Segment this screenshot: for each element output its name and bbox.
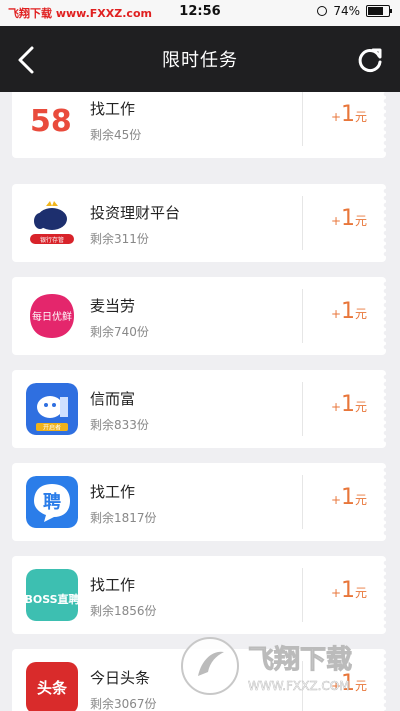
reward-plus: + xyxy=(330,214,342,228)
toutiao-logo-icon: 头条 xyxy=(26,662,78,711)
reward-unit: 元 xyxy=(355,586,368,600)
reward-plus: + xyxy=(330,493,342,507)
boss-zhipin-logo-icon: BOSS直聘 xyxy=(26,569,78,621)
refresh-icon[interactable] xyxy=(352,42,388,78)
elephant-logo-icon: 银行存管 xyxy=(26,197,78,249)
task-name: 找工作 xyxy=(90,576,136,594)
reward-amount: 1 xyxy=(341,102,356,127)
pin-hire-logo-icon: 聘 xyxy=(26,476,78,528)
ticket-edge xyxy=(382,281,386,351)
logo-bank-text: 银行存管 xyxy=(40,236,64,244)
reward-plus: + xyxy=(330,586,342,600)
nav-bar: 限时任务 xyxy=(0,26,400,92)
reward-amount: 1 xyxy=(341,578,356,603)
watermark-title: 飞翔下载 xyxy=(248,645,352,675)
card-divider xyxy=(302,196,303,250)
task-name: 找工作 xyxy=(90,483,136,501)
ticket-edge xyxy=(382,467,386,537)
task-card-mcdonalds[interactable]: 每日优鲜 麦当劳 剩余740份 +1元 xyxy=(12,277,386,355)
task-reward: +1元 xyxy=(312,102,386,127)
logo-boss-text: BOSS直聘 xyxy=(26,592,78,606)
reward-unit: 元 xyxy=(355,493,368,507)
reward-unit: 元 xyxy=(355,110,368,124)
reward-unit: 元 xyxy=(355,400,368,414)
reward-plus: + xyxy=(330,400,342,414)
task-name: 信而富 xyxy=(90,390,136,408)
card-divider xyxy=(302,289,303,343)
task-list[interactable]: 58 找工作 剩余45份 +1元 银行存管 投资理财平台 剩余311份 +1元 xyxy=(0,92,400,711)
task-name: 今日头条 xyxy=(90,669,151,687)
daily-fresh-logo-icon: 每日优鲜 xyxy=(26,290,78,342)
task-card-pin[interactable]: 聘 找工作 剩余1817份 +1元 xyxy=(12,463,386,541)
page-title: 限时任务 xyxy=(162,50,238,71)
reward-amount: 1 xyxy=(341,206,356,231)
logo-xinerfu-text: 开启者 xyxy=(43,424,61,432)
task-reward: +1元 xyxy=(312,578,386,603)
battery-percent: 74% xyxy=(333,4,360,18)
ticket-edge xyxy=(382,92,386,154)
task-remaining: 剩余311份 xyxy=(90,232,149,246)
card-divider xyxy=(302,92,303,146)
ticket-edge xyxy=(382,560,386,630)
status-bar: 飞翔下载 www.FXXZ.com 12:56 74% xyxy=(0,0,400,26)
task-remaining: 剩余740份 xyxy=(90,325,149,339)
task-name: 麦当劳 xyxy=(90,297,136,315)
task-remaining: 剩余3067份 xyxy=(90,697,157,711)
reward-plus: + xyxy=(330,307,342,321)
task-card-invest[interactable]: 银行存管 投资理财平台 剩余311份 +1元 xyxy=(12,184,386,262)
task-remaining: 剩余833份 xyxy=(90,418,149,432)
task-card-xinerfu[interactable]: 开启者 信而富 剩余833份 +1元 xyxy=(12,370,386,448)
reward-unit: 元 xyxy=(355,307,368,321)
reward-unit: 元 xyxy=(355,214,368,228)
task-reward: +1元 xyxy=(312,299,386,324)
reward-amount: 1 xyxy=(341,392,356,417)
ticket-edge xyxy=(382,374,386,444)
reward-amount: 1 xyxy=(341,485,356,510)
task-name: 找工作 xyxy=(90,100,136,118)
task-reward: +1元 xyxy=(312,485,386,510)
status-right: 74% xyxy=(317,4,392,18)
card-divider xyxy=(302,382,303,436)
ticket-edge xyxy=(382,188,386,258)
task-card-58[interactable]: 58 找工作 剩余45份 +1元 xyxy=(12,92,386,158)
battery-fill xyxy=(368,7,383,15)
reward-plus: + xyxy=(330,110,342,124)
task-remaining: 剩余1856份 xyxy=(90,604,157,618)
logo-pin-text: 聘 xyxy=(43,491,61,513)
logo-58-digit-5: 58 xyxy=(30,104,72,139)
logo-daily-fresh-text: 每日优鲜 xyxy=(32,310,72,323)
logo-toutiao-text: 头条 xyxy=(37,679,68,697)
reward-amount: 1 xyxy=(341,299,356,324)
xinerfu-logo-icon: 开启者 xyxy=(26,383,78,435)
battery-icon xyxy=(366,5,392,17)
job-58-logo-icon: 58 xyxy=(26,93,78,145)
site-watermark: 飞翔下载 WWW.FXXZ.COM xyxy=(181,637,353,695)
task-card-boss[interactable]: BOSS直聘 找工作 剩余1856份 +1元 xyxy=(12,556,386,634)
task-remaining: 剩余1817份 xyxy=(90,511,157,525)
task-reward: +1元 xyxy=(312,206,386,231)
task-name: 投资理财平台 xyxy=(90,204,181,222)
task-remaining: 剩余45份 xyxy=(90,128,142,142)
task-reward: +1元 xyxy=(312,392,386,417)
watermark-url: WWW.FXXZ.COM xyxy=(248,679,350,693)
card-divider xyxy=(302,568,303,622)
watermark-logo-icon xyxy=(181,637,239,695)
rotation-lock-icon xyxy=(317,6,328,16)
card-divider xyxy=(302,475,303,529)
